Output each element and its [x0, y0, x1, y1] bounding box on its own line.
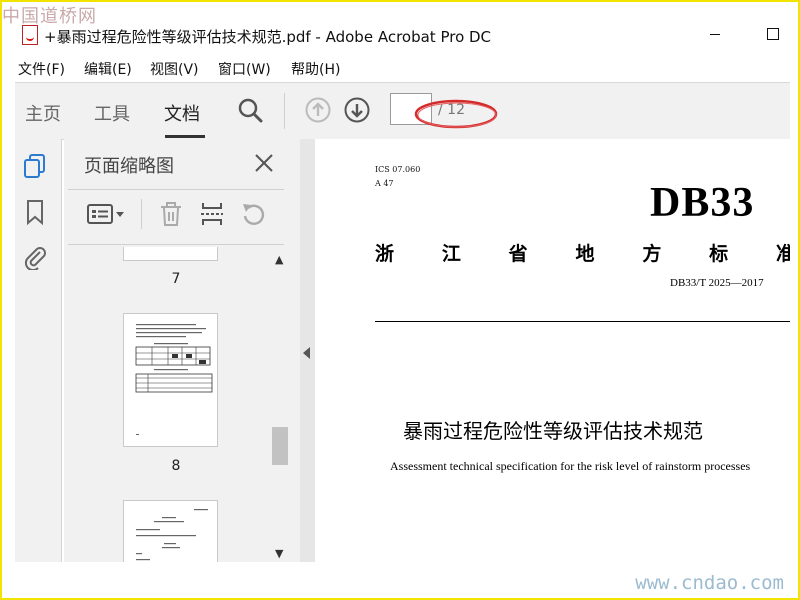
watermark-bottom: www.cndao.com [635, 572, 784, 594]
doc-standard-char: 准 [775, 243, 790, 265]
search-icon[interactable] [237, 97, 263, 123]
rotate-page-icon[interactable] [240, 201, 266, 227]
doc-db-code: DB33 [650, 180, 755, 226]
page-options-icon[interactable] [86, 201, 126, 227]
active-tab-indicator [165, 135, 205, 138]
menu-bar: 文件(F) 编辑(E) 视图(V) 窗口(W) 帮助(H) [2, 56, 798, 80]
tab-tools[interactable]: 工具 [94, 100, 130, 126]
collapse-panel-icon[interactable] [303, 347, 310, 359]
watermark-top: 中国道桥网 [2, 6, 97, 27]
menu-view[interactable]: 视图(V) [150, 59, 199, 79]
doc-standard-char: 江 [441, 243, 461, 265]
thumbnail-page-7[interactable] [123, 247, 218, 261]
doc-class-code: A 47 [375, 179, 394, 188]
panel-title: 页面缩略图 [84, 156, 174, 177]
doc-ics: ICS 07.060 [375, 165, 421, 174]
attachment-icon[interactable] [23, 244, 47, 270]
panel-divider [68, 244, 284, 245]
tab-document[interactable]: 文档 [164, 100, 200, 126]
next-page-icon[interactable] [344, 97, 370, 123]
doc-divider [375, 321, 790, 322]
thumbnail-scrollbar[interactable]: ▲ ▼ [269, 247, 291, 562]
thumbnail-content [135, 324, 213, 435]
insert-page-icon[interactable] [199, 201, 225, 227]
thumbnail-content [136, 509, 208, 561]
tool-separator [141, 199, 142, 229]
toolbar-separator [284, 93, 285, 129]
menu-window[interactable]: 窗口(W) [218, 59, 271, 79]
minimize-icon[interactable] [710, 34, 720, 35]
title-bar: +暴雨过程危险性等级评估技术规范.pdf - Adobe Acrobat Pro… [2, 22, 798, 52]
thumbnail-list[interactable]: 7 8 [68, 247, 284, 562]
thumbnail-page-number: 8 [171, 458, 181, 474]
scroll-up-icon[interactable]: ▲ [275, 253, 283, 266]
document-view[interactable]: ICS 07.060 A 47 DB33 浙 江 省 地 方 标 准 DB33/… [315, 139, 790, 562]
panel-splitter[interactable] [300, 139, 315, 562]
delete-page-icon[interactable] [158, 201, 184, 227]
doc-standard-char: 标 [709, 243, 729, 265]
maximize-icon[interactable] [767, 28, 779, 40]
previous-page-icon[interactable] [305, 97, 331, 123]
doc-standard-char: 地 [575, 243, 595, 265]
window-title: +暴雨过程危险性等级评估技术规范.pdf - Adobe Acrobat Pro… [44, 28, 492, 46]
close-icon[interactable] [253, 152, 275, 174]
navigation-rail [15, 139, 62, 562]
bookmark-icon[interactable] [23, 199, 47, 225]
menu-help[interactable]: 帮助(H) [291, 59, 340, 79]
doc-standard-char: 浙 [375, 243, 395, 265]
panel-divider [68, 189, 284, 190]
menu-file[interactable]: 文件(F) [18, 59, 65, 79]
doc-title-english: Assessment technical specification for t… [390, 459, 751, 473]
menu-edit[interactable]: 编辑(E) [84, 59, 132, 79]
tab-home[interactable]: 主页 [25, 100, 61, 126]
doc-standard-char: 方 [642, 243, 662, 265]
scrollbar-thumb[interactable] [272, 427, 288, 465]
doc-title-chinese: 暴雨过程危险性等级评估技术规范 [403, 419, 703, 443]
scroll-down-icon[interactable]: ▼ [275, 547, 283, 560]
thumbnail-panel: 页面缩略图 7 8 ▲ ▼ [64, 139, 300, 562]
doc-standard-type: 浙 江 省 地 方 标 准 [375, 239, 790, 266]
thumbnail-page-number: 7 [171, 271, 181, 287]
main-toolbar: 主页 工具 文档 / 12 [15, 82, 790, 140]
doc-standard-char: 省 [508, 243, 528, 265]
pdf-file-icon [22, 25, 38, 45]
doc-standard-number: DB33/T 2025—2017 [670, 277, 764, 289]
highlight-oval [414, 99, 498, 129]
thumbnail-page-8[interactable] [123, 313, 218, 447]
page-thumbnails-icon[interactable] [23, 153, 47, 179]
thumbnail-page-9[interactable] [123, 500, 218, 562]
